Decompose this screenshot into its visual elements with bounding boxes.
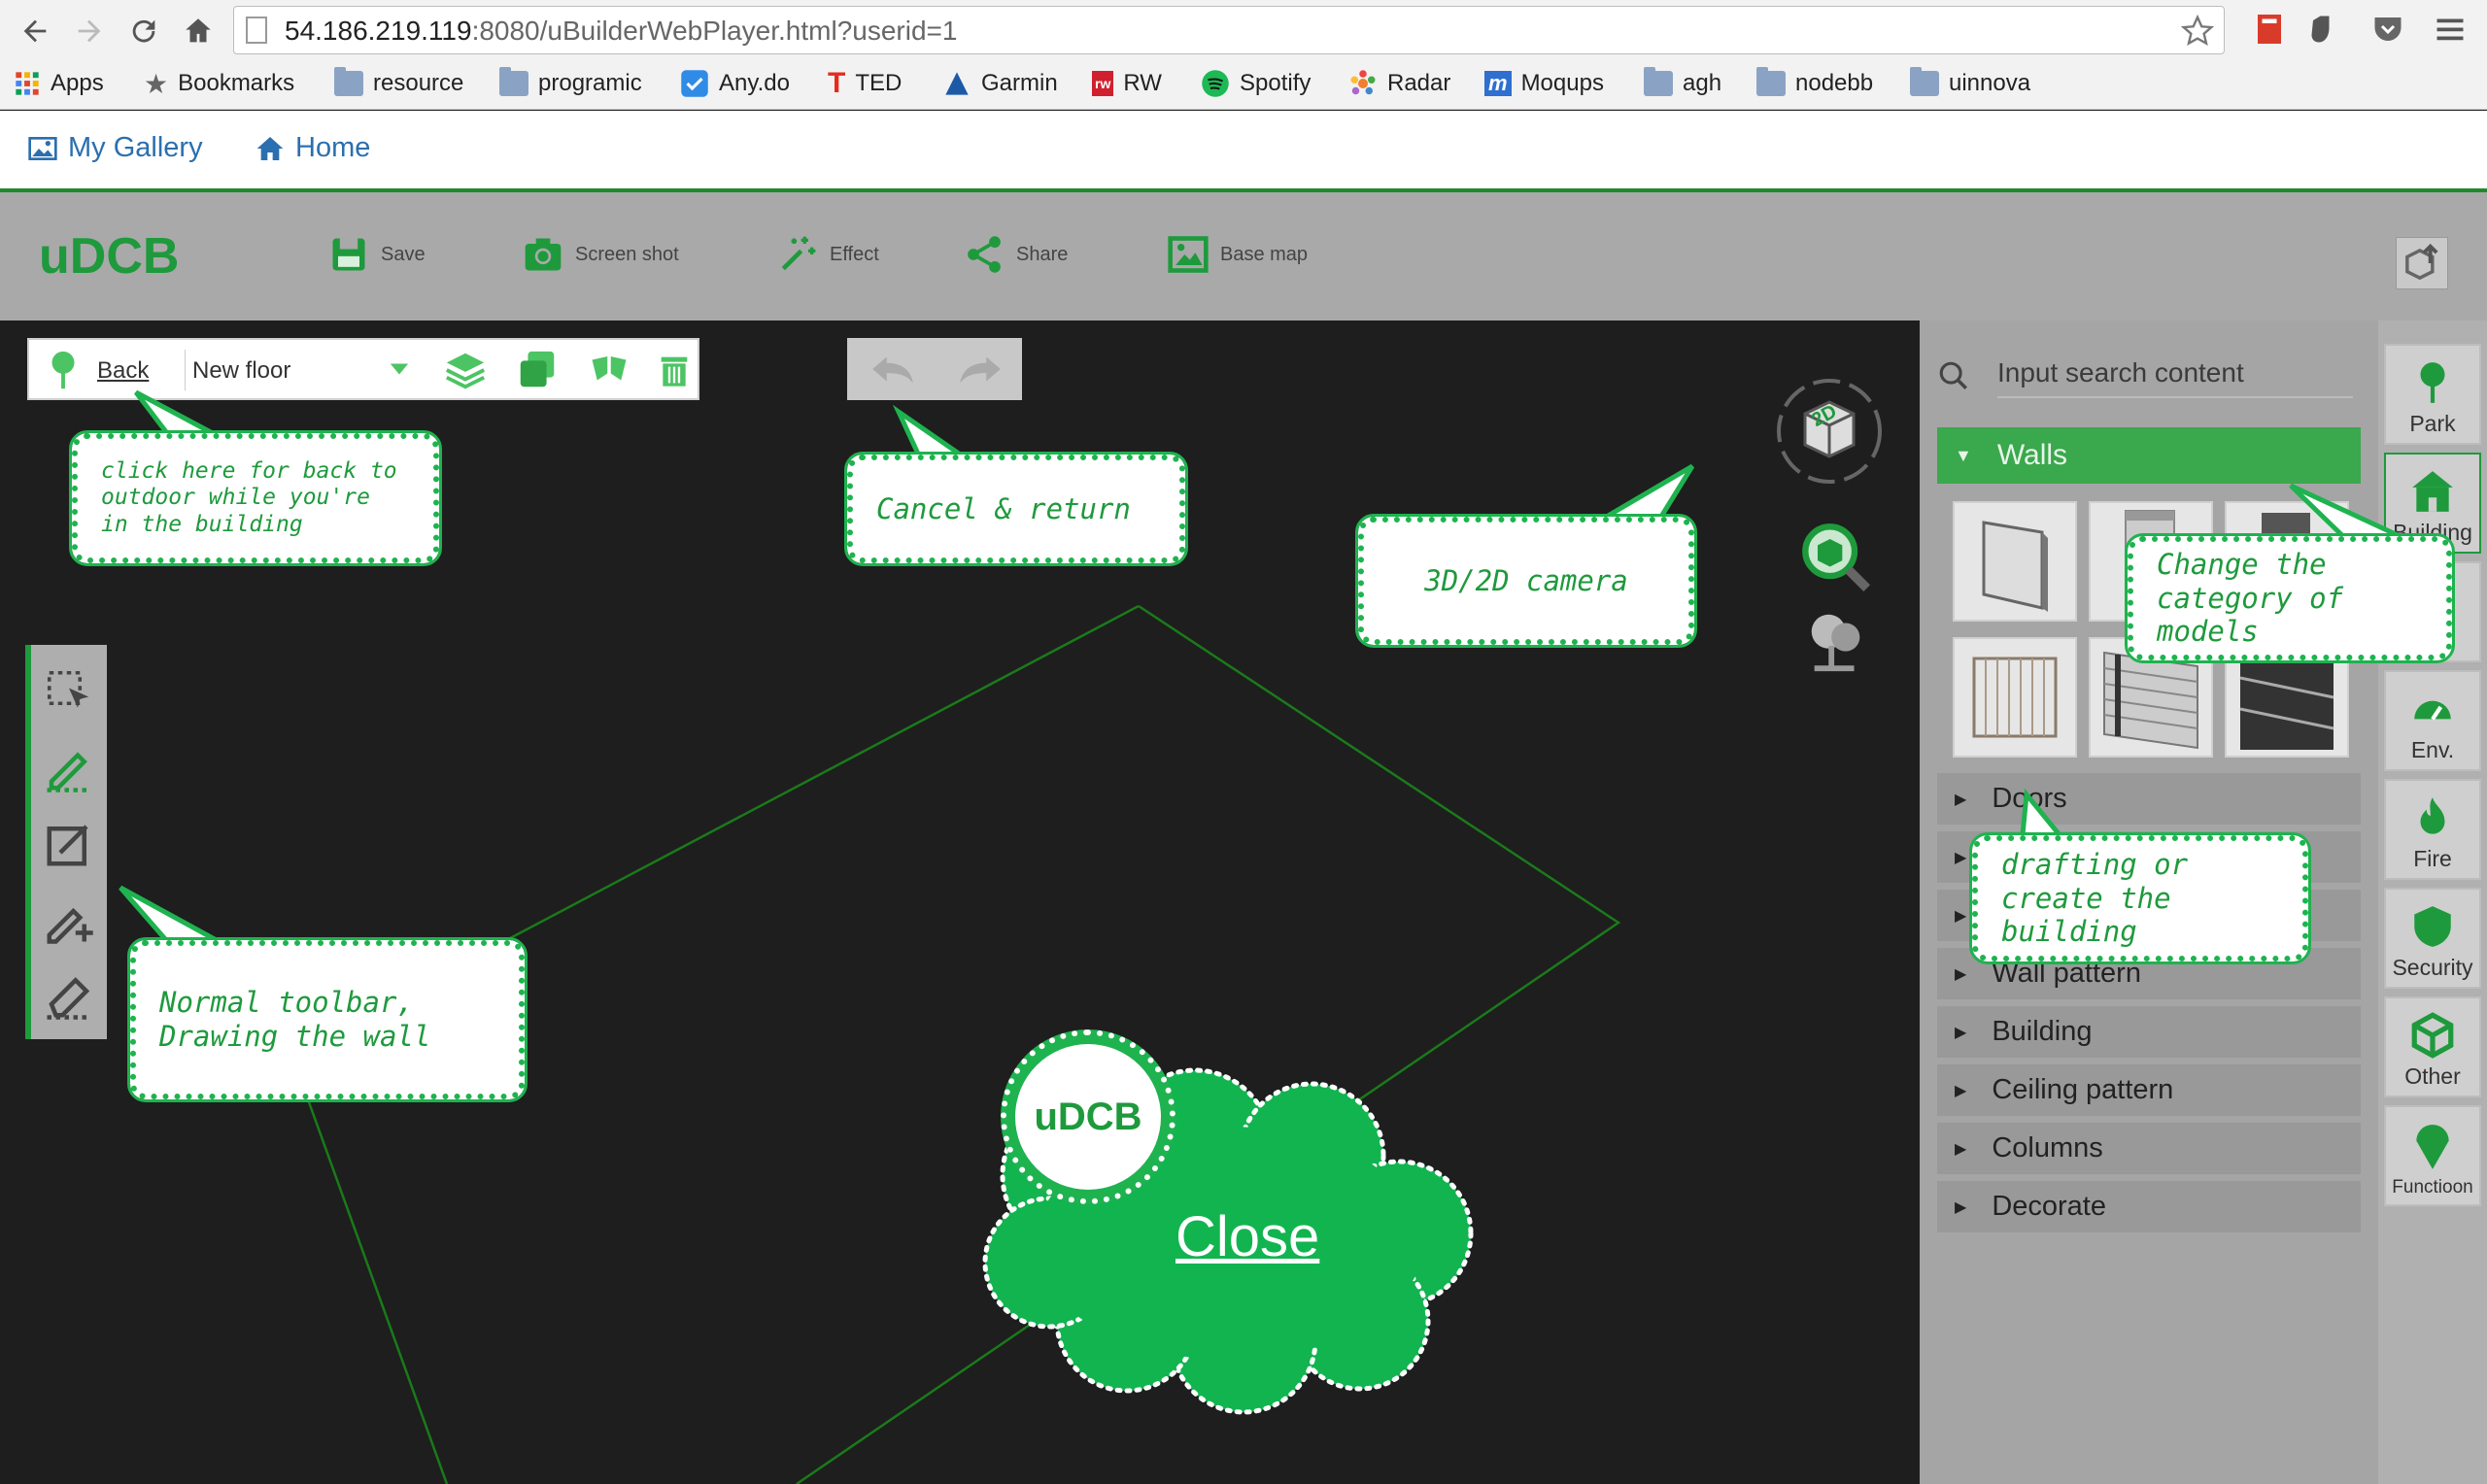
callout-back: click here for back to outdoor while you…	[69, 430, 442, 566]
close-button[interactable]: Close	[1175, 1204, 1319, 1269]
badge-label: uDCB	[1015, 1044, 1161, 1190]
callout-category: Change the category of models	[2125, 533, 2455, 663]
callout-toolbar: Normal toolbar, Drawing the wall	[127, 937, 528, 1102]
udcb-badge: uDCB	[1001, 1029, 1175, 1204]
callout-text: 3D/2D camera	[1424, 563, 1628, 597]
callout-text: Normal toolbar, Drawing the wall	[159, 986, 431, 1053]
callout-text: drafting or create the building	[2001, 847, 2189, 949]
callout-text: Change the category of models	[2157, 547, 2344, 649]
callout-text: Cancel & return	[876, 491, 1131, 525]
callout-camera: 3D/2D camera	[1355, 514, 1697, 648]
callout-cancel: Cancel & return	[844, 452, 1188, 566]
callout-drafting: drafting or create the building	[1969, 832, 2311, 964]
callout-text: click here for back to outdoor while you…	[101, 457, 397, 537]
